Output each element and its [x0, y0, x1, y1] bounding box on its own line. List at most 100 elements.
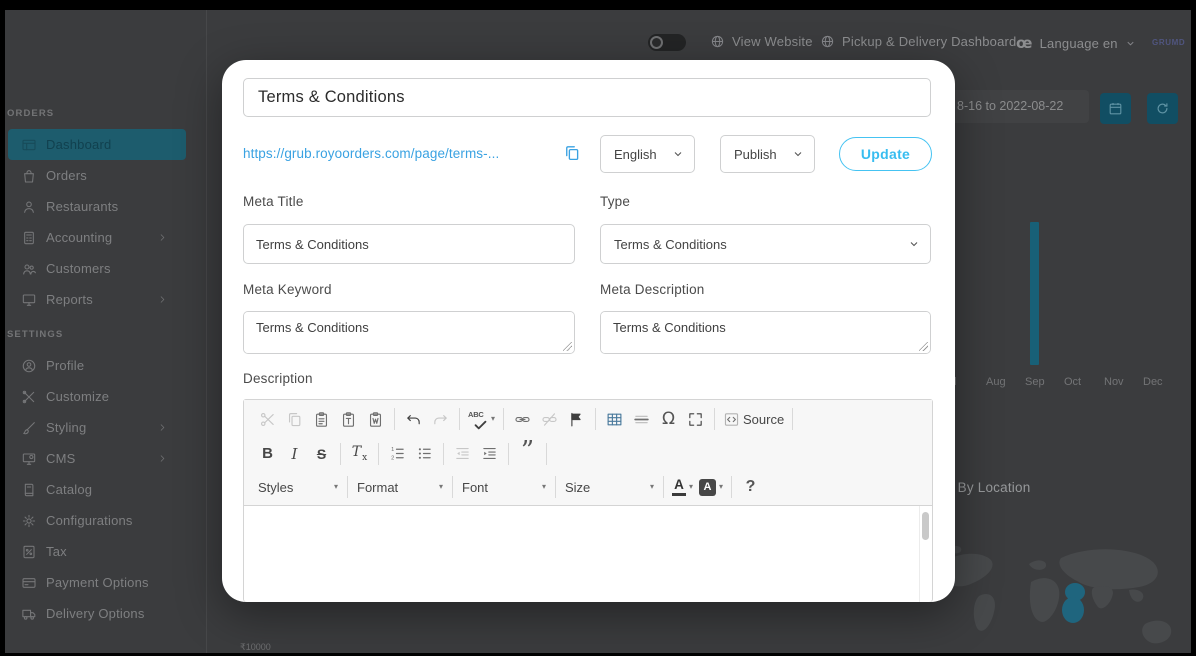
editor-content-area[interactable]: [244, 506, 932, 602]
sidebar-item-label: Delivery Options: [46, 606, 145, 621]
customize-icon: [21, 389, 37, 405]
meta-keyword-textarea[interactable]: Terms & Conditions: [244, 312, 574, 353]
calendar-button[interactable]: [1100, 93, 1131, 124]
source-button[interactable]: Source: [720, 406, 787, 432]
anchor-flag-button[interactable]: [563, 406, 590, 432]
sidebar-item-restaurants[interactable]: Restaurants: [8, 191, 186, 222]
link-icon: [514, 411, 531, 428]
payment-card-icon: [21, 575, 37, 591]
sidebar-item-dashboard[interactable]: Dashboard: [8, 129, 186, 160]
sidebar-item-profile[interactable]: Profile: [8, 350, 186, 381]
restaurant-person-icon: [21, 199, 37, 215]
format-combo[interactable]: Format▾: [353, 474, 447, 500]
toolbar-separator: [508, 443, 509, 465]
text-color-button[interactable]: A▾: [669, 474, 696, 500]
status-select[interactable]: Publish: [720, 135, 815, 173]
size-combo[interactable]: Size▾: [561, 474, 658, 500]
horizontal-rule-button[interactable]: [628, 406, 655, 432]
sidebar-item-styling[interactable]: Styling: [8, 412, 186, 443]
type-select[interactable]: Terms & Conditions: [600, 224, 931, 264]
meta-title-input[interactable]: [243, 224, 575, 264]
about-button[interactable]: ?: [737, 474, 764, 500]
by-location-title: e By Location: [946, 480, 1030, 495]
configurations-gear-icon: [21, 513, 37, 529]
indent-icon: [481, 445, 498, 462]
update-button[interactable]: Update: [839, 137, 932, 171]
page-url-link[interactable]: https://grub.royoorders.com/page/terms-.…: [243, 146, 499, 161]
language-menu[interactable]: œ Language en: [1016, 34, 1136, 52]
sidebar-item-label: Restaurants: [46, 199, 118, 214]
special-character-icon: Ω: [662, 409, 675, 429]
bold-button[interactable]: B: [254, 441, 281, 467]
link-button[interactable]: [509, 406, 536, 432]
toolbar-separator: [792, 408, 793, 430]
spellcheck-button[interactable]: ABC▾: [465, 406, 498, 432]
sidebar-item-catalog[interactable]: Catalog: [8, 474, 186, 505]
pickup-delivery-label: Pickup & Delivery Dashboard: [842, 34, 1016, 49]
paste-word-icon: [367, 411, 384, 428]
dashboard-icon: [21, 137, 37, 153]
page-title-input[interactable]: [243, 78, 931, 117]
toolbar-separator: [595, 408, 596, 430]
sidebar-item-orders[interactable]: Orders: [8, 160, 186, 191]
status-select-value: Publish: [734, 147, 777, 162]
paste-from-word-button[interactable]: [362, 406, 389, 432]
language-select[interactable]: English: [600, 135, 695, 173]
font-combo[interactable]: Font▾: [458, 474, 550, 500]
copy-url-icon[interactable]: [563, 144, 581, 162]
toolbar-separator: [340, 443, 341, 465]
sidebar-item-cms[interactable]: CMS: [8, 443, 186, 474]
styles-combo[interactable]: Styles▾: [254, 474, 342, 500]
sidebar-item-customers[interactable]: Customers: [8, 253, 186, 284]
refresh-button[interactable]: [1147, 93, 1178, 124]
toolbar-separator: [555, 476, 556, 498]
font-combo-label: Font: [462, 480, 488, 495]
numbered-list-button[interactable]: 12: [384, 441, 411, 467]
editor-scrollbar[interactable]: [919, 506, 932, 602]
hrule-icon: [633, 411, 650, 428]
sidebar-item-reports[interactable]: Reports: [8, 284, 186, 315]
strikethrough-button[interactable]: S: [308, 441, 335, 467]
toggle-knob: [650, 36, 663, 49]
chart-y-axis-label: ₹10000: [240, 642, 271, 653]
bg-color-button[interactable]: A▾: [696, 474, 726, 500]
sidebar-item-configurations[interactable]: Configurations: [8, 505, 186, 536]
chart-x-tick: Dec: [1143, 376, 1163, 388]
caret-down-icon: ▾: [491, 415, 495, 423]
caret-down-icon: ▾: [439, 483, 443, 491]
maximize-button[interactable]: [682, 406, 709, 432]
bulleted-list-button[interactable]: [411, 441, 438, 467]
sidebar-section-orders: ORDERSDashboardOrdersRestaurantsAccounti…: [0, 108, 206, 315]
cms-icon: [21, 451, 37, 467]
brand-badge[interactable]: GRUMD: [1152, 38, 1185, 47]
paste-as-text-button[interactable]: [335, 406, 362, 432]
sidebar-item-delivery-options[interactable]: Delivery Options: [8, 598, 186, 629]
sidebar-item-accounting[interactable]: Accounting: [8, 222, 186, 253]
view-website-label: View Website: [732, 34, 813, 49]
special-character-button[interactable]: Ω: [655, 406, 682, 432]
toolbar-separator: [731, 476, 732, 498]
meta-description-textarea[interactable]: Terms & Conditions: [601, 312, 930, 353]
sidebar-section-label: SETTINGS: [0, 329, 206, 350]
website-toggle[interactable]: [648, 34, 686, 51]
view-website-link[interactable]: View Website: [710, 34, 813, 49]
scrollbar-thumb[interactable]: [922, 512, 929, 540]
table-button[interactable]: [601, 406, 628, 432]
pickup-delivery-dashboard-link[interactable]: Pickup & Delivery Dashboard: [820, 34, 1016, 49]
remove-format-button[interactable]: Tx: [346, 441, 373, 467]
sidebar-item-customize[interactable]: Customize: [8, 381, 186, 412]
indent-button[interactable]: [476, 441, 503, 467]
chart-x-tick: Sep: [1025, 376, 1045, 388]
italic-button[interactable]: I: [281, 441, 308, 467]
app-window: View Website Pickup & Delivery Dashboard…: [0, 0, 1196, 656]
blockquote-button[interactable]: ”: [514, 441, 541, 467]
undo-button[interactable]: [400, 406, 427, 432]
tax-icon: [21, 544, 37, 560]
paste-button[interactable]: [308, 406, 335, 432]
description-label: Description: [243, 371, 313, 386]
customers-people-icon: [21, 261, 37, 277]
editor-toolbar-row-1: ABC▾ Ω Source: [244, 400, 932, 438]
sidebar-item-tax[interactable]: Tax: [8, 536, 186, 567]
size-combo-label: Size: [565, 480, 590, 495]
sidebar-item-payment-options[interactable]: Payment Options: [8, 567, 186, 598]
